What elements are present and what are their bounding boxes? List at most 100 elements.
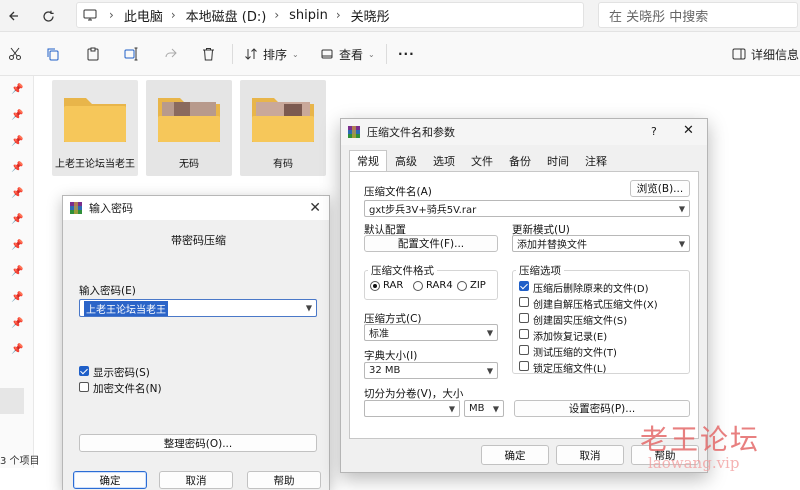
browse-button[interactable]: 浏览(B)... <box>630 180 690 197</box>
format-rar4-radio[interactable] <box>413 281 423 291</box>
folder-icon <box>158 98 220 142</box>
cancel-button[interactable]: 取消 <box>556 445 624 465</box>
copy-icon[interactable] <box>46 42 60 66</box>
encrypt-names-checkbox[interactable] <box>79 382 89 392</box>
option-label: 创建固实压缩文件(S) <box>533 316 628 327</box>
help-button[interactable]: 帮助 <box>247 471 321 489</box>
show-password-checkbox[interactable] <box>79 366 89 376</box>
ok-label: 确定 <box>99 474 121 487</box>
back-arrow-icon[interactable] <box>4 6 24 26</box>
set-password-button[interactable]: 设置密码(P)... <box>514 400 690 417</box>
tab-general[interactable]: 常规 <box>349 150 387 172</box>
solid-checkbox[interactable] <box>519 313 529 323</box>
address-bar: › 此电脑 › 本地磁盘 (D:) › shipin › 关晓彤 在 关晓彤 中搜索 <box>0 0 800 32</box>
toolbar-divider <box>386 44 387 64</box>
rename-icon[interactable] <box>124 42 139 66</box>
update-mode-select[interactable]: 添加并替换文件 ▼ <box>512 235 690 252</box>
breadcrumb-current-folder[interactable]: 关晓彤 <box>351 6 390 25</box>
sort-button[interactable]: 排序 ⌄ <box>244 42 299 66</box>
chevron-down-icon[interactable]: ▼ <box>493 404 499 413</box>
organize-passwords-button[interactable]: 整理密码(O)... <box>79 434 317 452</box>
method-select[interactable]: 标准 ▼ <box>364 324 498 341</box>
pin-icon[interactable]: 📌 <box>11 344 23 356</box>
tab-backup[interactable]: 备份 <box>501 151 539 171</box>
details-pane-button[interactable]: 详细信息 <box>732 42 799 66</box>
breadcrumb-this-pc[interactable]: 此电脑 <box>124 6 163 25</box>
status-bar: 3 个项目 <box>0 452 60 468</box>
pin-icon[interactable]: 📌 <box>11 136 23 148</box>
option-label: 测试压缩的文件(T) <box>533 348 617 359</box>
pin-icon[interactable]: 📌 <box>11 292 23 304</box>
cut-icon[interactable] <box>8 42 22 66</box>
format-group-title: 压缩文件格式 <box>368 263 437 278</box>
folder-icon <box>64 98 126 142</box>
view-label: 查看 <box>339 47 364 62</box>
recovery-record-checkbox[interactable] <box>519 329 529 339</box>
pin-icon[interactable]: 📌 <box>11 214 23 226</box>
paste-icon[interactable] <box>86 42 100 66</box>
test-files-checkbox[interactable] <box>519 345 529 355</box>
lock-archive-checkbox[interactable] <box>519 361 529 371</box>
pin-icon[interactable]: 📌 <box>11 318 23 330</box>
folder-item[interactable]: 上老王论坛当老王 <box>52 80 138 176</box>
profiles-button[interactable]: 配置文件(F)... <box>364 235 498 252</box>
breadcrumb-drive-d[interactable]: 本地磁盘 (D:) <box>186 6 267 25</box>
password-input-label: 输入密码(E) <box>79 285 136 297</box>
chevron-down-icon[interactable]: ▼ <box>679 239 685 248</box>
sfx-checkbox[interactable] <box>519 297 529 307</box>
set-password-label: 设置密码(P)... <box>568 403 636 415</box>
folder-item[interactable]: 有码 <box>240 80 326 176</box>
tab-files[interactable]: 文件 <box>463 151 501 171</box>
ok-button[interactable]: 确定 <box>481 445 549 465</box>
tab-advanced[interactable]: 高级 <box>387 151 425 171</box>
folder-name: 无码 <box>179 159 199 170</box>
ok-label: 确定 <box>504 449 526 462</box>
password-input[interactable]: 上老王论坛当老王 ▼ <box>79 299 317 317</box>
organize-passwords-label: 整理密码(O)... <box>163 437 233 450</box>
address-box[interactable]: › 此电脑 › 本地磁盘 (D:) › shipin › 关晓彤 <box>76 2 584 28</box>
split-unit-select[interactable]: MB ▼ <box>464 400 504 417</box>
nav-selected-item[interactable] <box>0 388 24 414</box>
status-item-count: 3 个项目 <box>0 456 40 467</box>
winrar-icon <box>70 202 82 214</box>
ok-button[interactable]: 确定 <box>73 471 147 489</box>
chevron-down-icon[interactable]: ▼ <box>679 204 685 213</box>
pin-icon[interactable]: 📌 <box>11 188 23 200</box>
format-rar-radio[interactable] <box>370 281 380 291</box>
breadcrumb-shipin[interactable]: shipin <box>289 8 328 23</box>
search-input[interactable]: 在 关晓彤 中搜索 <box>598 2 798 28</box>
pin-icon[interactable]: 📌 <box>11 84 23 96</box>
pin-icon[interactable]: 📌 <box>11 266 23 278</box>
option-label: 添加恢复记录(E) <box>533 332 608 343</box>
share-icon[interactable] <box>164 42 178 66</box>
format-zip-radio[interactable] <box>457 281 467 291</box>
chevron-down-icon[interactable]: ▼ <box>487 366 493 375</box>
more-options-button[interactable]: ··· <box>398 42 415 66</box>
view-button[interactable]: 查看 ⌄ <box>320 42 375 66</box>
split-size-input[interactable]: ▼ <box>364 400 460 417</box>
tab-time[interactable]: 时间 <box>539 151 577 171</box>
refresh-icon[interactable] <box>38 6 58 26</box>
chevron-down-icon: ⌄ <box>292 49 299 59</box>
split-unit-value: MB <box>469 403 485 414</box>
cancel-button[interactable]: 取消 <box>159 471 233 489</box>
close-icon[interactable]: ✕ <box>683 123 694 138</box>
tab-comment[interactable]: 注释 <box>577 151 615 171</box>
delete-after-checkbox[interactable] <box>519 281 529 291</box>
tab-options[interactable]: 选项 <box>425 151 463 171</box>
help-icon[interactable]: ? <box>651 125 657 138</box>
chevron-down-icon[interactable]: ▼ <box>487 328 493 337</box>
password-dialog-titlebar[interactable]: 输入密码 <box>63 196 329 220</box>
dict-select[interactable]: 32 MB ▼ <box>364 362 498 379</box>
close-icon[interactable]: ✕ <box>309 200 321 216</box>
pin-icon[interactable]: 📌 <box>11 110 23 122</box>
delete-icon[interactable] <box>202 42 215 66</box>
command-bar: 排序 ⌄ 查看 ⌄ ··· 详细信息 <box>0 32 800 76</box>
pin-icon[interactable]: 📌 <box>11 162 23 174</box>
pin-icon[interactable]: 📌 <box>11 240 23 252</box>
option-label: 创建自解压格式压缩文件(X) <box>533 300 658 311</box>
chevron-down-icon[interactable]: ▼ <box>306 304 312 313</box>
folder-item[interactable]: 无码 <box>146 80 232 176</box>
archive-name-input[interactable]: gxt步兵3V+骑兵5V.rar ▼ <box>364 200 690 217</box>
chevron-down-icon[interactable]: ▼ <box>449 404 455 413</box>
